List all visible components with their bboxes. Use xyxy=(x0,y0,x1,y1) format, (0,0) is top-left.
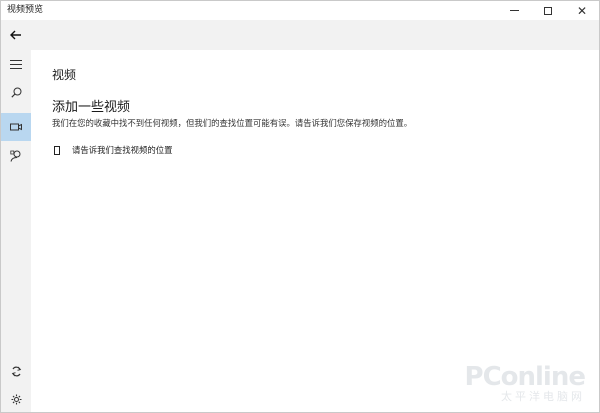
page-title: 视频 xyxy=(52,68,77,82)
watermark-brand: PConline xyxy=(464,362,586,392)
settings-button[interactable] xyxy=(1,385,31,413)
app-window: 视频预览 ✕ 视频 添加一些视频 我们在您的收藏中找不到任何视频，但我们的查找位… xyxy=(0,0,600,413)
gear-icon xyxy=(11,394,21,404)
close-icon: ✕ xyxy=(576,3,588,18)
search-icon xyxy=(10,87,21,98)
sidebar xyxy=(1,50,31,412)
sidebar-item-search[interactable] xyxy=(1,78,31,106)
maximize-button[interactable] xyxy=(531,1,565,20)
add-folder-link-label: 请告诉我们查找视频的位置 xyxy=(72,145,173,155)
window-controls: ✕ xyxy=(497,1,599,20)
close-button[interactable]: ✕ xyxy=(565,1,599,20)
hamburger-icon xyxy=(10,59,22,69)
window-title: 视频预览 xyxy=(7,5,44,15)
folder-placeholder-icon xyxy=(54,145,60,155)
minimize-icon xyxy=(509,10,519,11)
video-camera-icon xyxy=(10,123,22,131)
main-content: 视频 添加一些视频 我们在您的收藏中找不到任何视频，但我们的查找位置可能有误。请… xyxy=(31,50,599,412)
title-bar: 视频预览 ✕ xyxy=(1,1,599,20)
sync-icon xyxy=(11,366,21,376)
sidebar-item-people[interactable] xyxy=(1,142,31,170)
back-arrow-icon xyxy=(10,30,21,40)
watermark-sub: 太平洋电脑网 xyxy=(501,390,585,403)
maximize-icon xyxy=(544,6,552,15)
menu-button[interactable] xyxy=(1,50,31,78)
minimize-button[interactable] xyxy=(497,1,531,20)
header-bar xyxy=(1,20,599,50)
add-folder-link[interactable]: 请告诉我们查找视频的位置 xyxy=(52,144,173,156)
section-title: 添加一些视频 xyxy=(52,100,131,115)
back-button[interactable] xyxy=(1,20,31,50)
sidebar-item-video[interactable] xyxy=(1,113,31,141)
person-icon xyxy=(10,150,21,162)
watermark: PConline 太平洋电脑网 xyxy=(464,362,586,404)
sync-button[interactable] xyxy=(1,357,31,385)
description-text: 我们在您的收藏中找不到任何视频，但我们的查找位置可能有误。请告诉我们您保存视频的… xyxy=(52,118,413,128)
